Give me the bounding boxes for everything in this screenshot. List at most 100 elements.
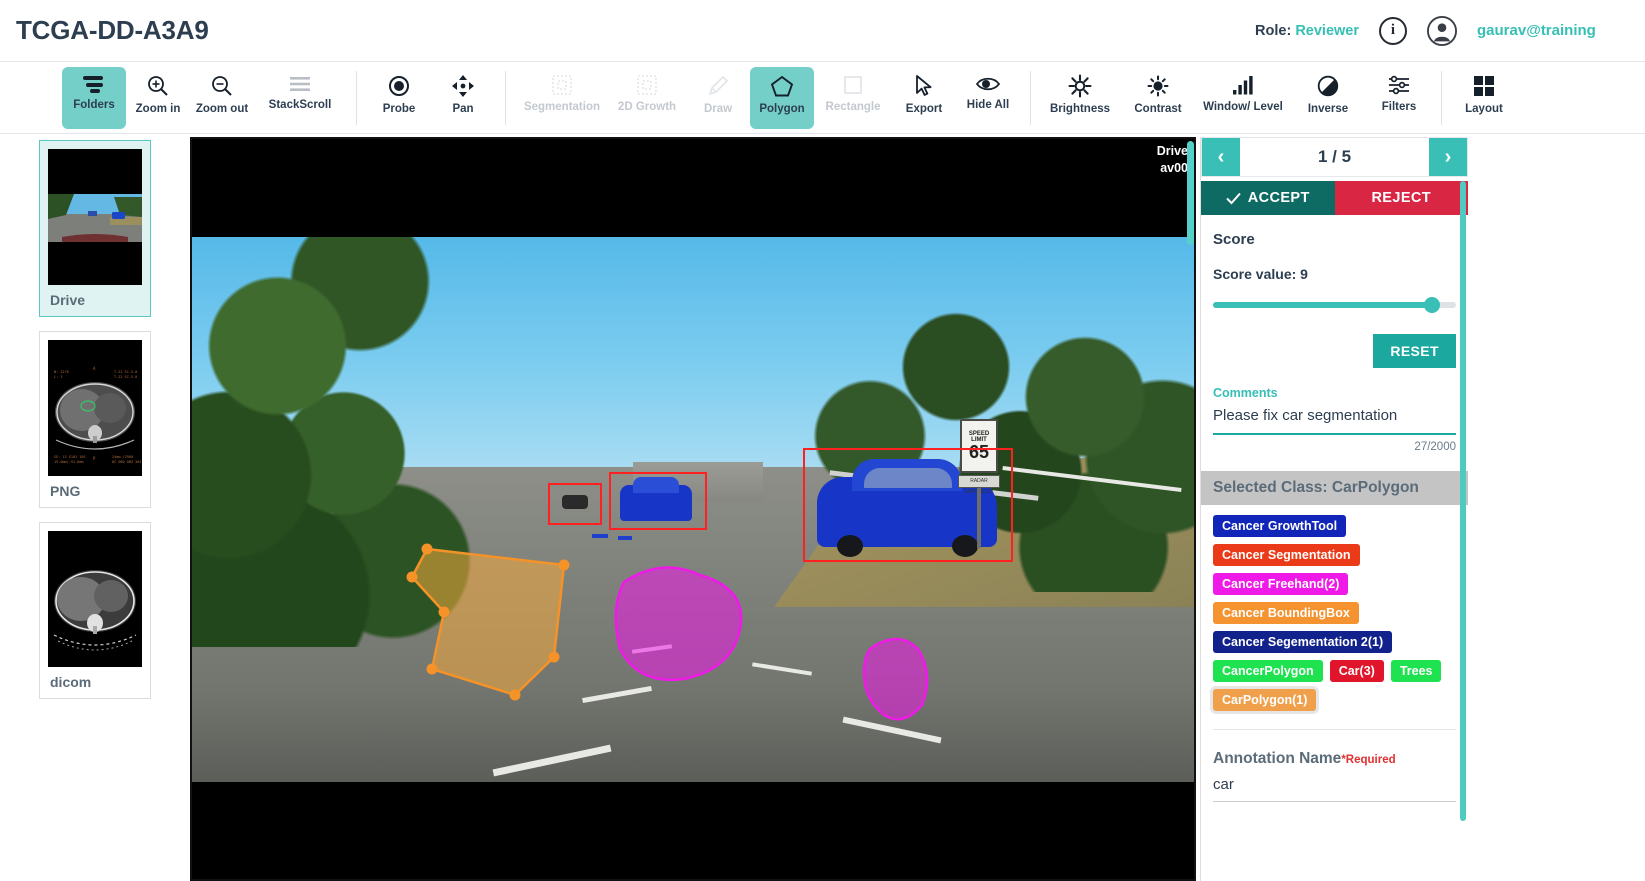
series-thumbnail-drive-label: Drive: [50, 292, 86, 308]
accept-reject-row: ACCEPT REJECT: [1201, 181, 1468, 215]
main-toolbar: Folders Zoom in Zoom out StackScroll Pro…: [0, 62, 1645, 134]
tool-contrast[interactable]: Contrast: [1119, 67, 1197, 129]
score-value-label: Score value: 9: [1213, 266, 1308, 282]
annotation-name-label-text: Annotation Name: [1213, 750, 1342, 767]
tool-contrast-label: Contrast: [1134, 103, 1182, 115]
mid-car-roof: [633, 477, 679, 493]
brightness-icon: [1068, 74, 1092, 98]
pan-icon: [452, 75, 474, 97]
tool-polygon[interactable]: Polygon: [750, 67, 814, 129]
toolbar-divider-3: [1030, 71, 1031, 125]
user-email[interactable]: gaurav@training: [1477, 22, 1645, 39]
rectangle-icon: [844, 76, 862, 94]
tool-zoom-in[interactable]: Zoom in: [126, 67, 190, 129]
tool-folders-label: Folders: [73, 99, 115, 111]
review-panel-scrollbar[interactable]: [1460, 181, 1466, 821]
radar-enforced-sign: RADAR ENFORCED: [958, 475, 1000, 495]
user-avatar-icon[interactable]: [1427, 15, 1457, 46]
tool-brightness[interactable]: Brightness: [1041, 67, 1119, 129]
series-thumbnail-drive[interactable]: Drive: [39, 140, 151, 317]
score-slider-fill: [1213, 302, 1432, 308]
tool-filters-label: Filters: [1381, 101, 1417, 113]
tool-probe[interactable]: Probe: [367, 67, 431, 129]
tool-export[interactable]: Export: [892, 67, 956, 129]
series-thumbnail-rail: Drive W: 2270 L: 3 T-22 SC-5.0 T-22 SC-5.: [0, 134, 190, 881]
svg-text:L: 3: L: 3: [54, 375, 62, 379]
near-car-wheel-front: [837, 535, 863, 557]
image-viewport[interactable]: Drive av00 SPEED LIMIT 65 RADAR: [190, 137, 1196, 881]
review-body: Score Score value: 9 RESET Comments Plea…: [1201, 215, 1468, 453]
class-tag-cancerpolygon[interactable]: CancerPolygon: [1213, 660, 1323, 682]
class-tag-cancer-segmentation[interactable]: Cancer Segmentation: [1213, 544, 1360, 566]
score-slider-thumb[interactable]: [1423, 297, 1440, 313]
prev-annotation-button[interactable]: ‹: [1202, 138, 1240, 176]
reset-row: RESET: [1213, 334, 1456, 368]
score-slider[interactable]: [1213, 296, 1456, 314]
series-thumbnail-dicom-label: dicom: [50, 674, 92, 690]
viewport-overlay-line1: Drive: [1156, 144, 1188, 158]
review-panel: ‹ 1 / 5 › ACCEPT REJECT Score Score valu…: [1200, 137, 1468, 881]
class-tag-cancer-growthtool[interactable]: Cancer GrowthTool: [1213, 515, 1347, 537]
accept-button[interactable]: ACCEPT: [1201, 181, 1335, 215]
tool-window-level[interactable]: Window/ Level: [1197, 67, 1289, 129]
toolbar-divider-2: [505, 71, 506, 125]
next-annotation-button[interactable]: ›: [1429, 138, 1467, 176]
tool-filters[interactable]: Filters: [1367, 67, 1431, 129]
role-value: Reviewer: [1295, 22, 1359, 39]
png-thumbnail-image: W: 2270 L: 3 T-22 SC-5.0 T-22 SC-5.0 SE: 1…: [48, 340, 154, 476]
tool-segmentation-label: Segmentation: [523, 101, 601, 113]
reset-button[interactable]: RESET: [1373, 334, 1456, 368]
svg-text:DC 080 AMZ 364.0.0.0: DC 080 AMZ 364.0.0.0: [112, 460, 142, 464]
reject-button-label: REJECT: [1371, 190, 1432, 206]
svg-text:T-22 SC-5.0: T-22 SC-5.0: [114, 370, 137, 374]
comments-input[interactable]: Please fix car segmentation: [1213, 400, 1456, 435]
role-display: Role: Reviewer: [1255, 23, 1359, 39]
tool-inverse-label: Inverse: [1307, 103, 1349, 115]
eye-hide-icon: [975, 77, 1001, 91]
tool-hide-all[interactable]: Hide All: [956, 67, 1020, 129]
class-tag-cancer-freehand[interactable]: Cancer Freehand(2): [1213, 573, 1349, 595]
tool-zoom-out[interactable]: Zoom out: [190, 67, 254, 129]
draw-pencil-icon: [708, 75, 729, 96]
series-thumbnail-dicom[interactable]: dicom: [39, 522, 151, 699]
tool-probe-label: Probe: [382, 103, 416, 115]
required-marker: *Required: [1341, 754, 1396, 766]
tool-pan-label: Pan: [452, 103, 474, 115]
tool-draw-label: Draw: [703, 103, 733, 115]
annotation-name-input[interactable]: car: [1213, 776, 1456, 802]
reject-button[interactable]: REJECT: [1334, 181, 1468, 215]
tool-stack-scroll[interactable]: StackScroll: [254, 67, 346, 129]
ct-thumb-dicom-svg: [48, 531, 142, 667]
app-header: TCGA-DD-A3A9 Role: Reviewer i gaurav@tra…: [0, 0, 1645, 62]
info-icon[interactable]: i: [1379, 16, 1407, 45]
segmentation-icon: [552, 75, 572, 95]
stack-scroll-icon: [290, 77, 310, 91]
tool-window-level-label: Window/ Level: [1203, 101, 1283, 113]
drive-thumbnail-image: [48, 149, 142, 285]
class-tag-cancer-segementation-2[interactable]: Cancer Segementation 2(1): [1213, 631, 1393, 653]
score-heading: Score: [1213, 231, 1255, 248]
class-tag-carpolygon[interactable]: CarPolygon(1): [1209, 686, 1320, 714]
tool-layout[interactable]: Layout: [1452, 67, 1516, 129]
tool-folders[interactable]: Folders: [62, 67, 126, 129]
class-tag-car[interactable]: Car(3): [1329, 660, 1384, 682]
dicom-thumbnail-image: [48, 531, 142, 667]
tool-inverse[interactable]: Inverse: [1289, 67, 1367, 129]
viewport-scrollbar[interactable]: [1187, 141, 1194, 245]
class-tag-cancer-boundingbox[interactable]: Cancer BoundingBox: [1213, 602, 1359, 624]
check-icon: [1226, 192, 1241, 204]
role-label: Role:: [1255, 22, 1292, 39]
tool-polygon-label: Polygon: [759, 103, 805, 115]
tool-export-label: Export: [905, 103, 943, 115]
growth-2d-icon: [637, 75, 657, 95]
probe-icon: [389, 76, 409, 96]
svg-text:24mm /2980: 24mm /2980: [112, 455, 133, 459]
header-right-group: Role: Reviewer i gaurav@training: [1255, 15, 1645, 46]
class-tag-trees[interactable]: Trees: [1390, 660, 1442, 682]
annotation-name-label: Annotation Name*Required: [1201, 730, 1468, 768]
svg-text:15.0mm/-91.0mm: 15.0mm/-91.0mm: [54, 460, 84, 464]
ct-thumb-png-svg: W: 2270L: 3 T-22 SC-5.0T-22 SC-5.0 SE: 1…: [48, 340, 154, 476]
series-thumbnail-png[interactable]: W: 2270 L: 3 T-22 SC-5.0 T-22 SC-5.0 SE: 1…: [39, 331, 154, 508]
tool-pan[interactable]: Pan: [431, 67, 495, 129]
svg-text:W: 2270: W: 2270: [54, 370, 69, 374]
